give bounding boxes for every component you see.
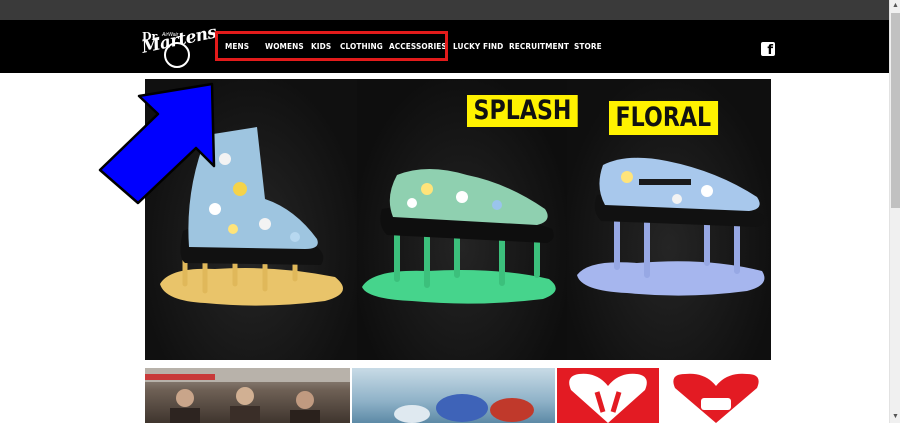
nav-item-store[interactable]: STORE (574, 42, 602, 51)
annotation-highlight-box (215, 31, 448, 61)
promo-tile-sky[interactable] (352, 368, 555, 423)
brand-logo[interactable]: Dr. AirWair Martens (140, 22, 218, 70)
nav-item-lucky-find[interactable]: LUCKY FIND (453, 42, 503, 51)
promo-tile-heart-white[interactable] (661, 368, 771, 423)
hero-banner[interactable]: SPLASH FLORAL (145, 79, 771, 360)
promo-tile-people[interactable] (145, 368, 350, 423)
heart-red-icon (673, 373, 759, 423)
scrollbar-thumb[interactable] (891, 13, 900, 208)
scroll-down-arrow-icon[interactable]: ▼ (890, 411, 900, 423)
facebook-glyph: f (767, 43, 773, 58)
promo-tiles (145, 368, 771, 423)
site-header: Dr. AirWair Martens MENS WOMENS KIDS CLO… (0, 20, 889, 73)
splash-tag: SPLASH (467, 95, 579, 127)
browser-top-strip (0, 0, 889, 20)
promo-tile-heart-red[interactable] (557, 368, 659, 423)
sky-photo (394, 394, 534, 423)
hero-panel-yellow-boot (145, 79, 357, 360)
nav-item-recruitment[interactable]: RECRUITMENT (509, 42, 569, 51)
yellow-boot-illustration (160, 127, 343, 306)
heart-icon (569, 373, 647, 423)
page: Dr. AirWair Martens MENS WOMENS KIDS CLO… (0, 0, 900, 423)
scroll-up-arrow-icon[interactable]: ▲ (890, 0, 900, 12)
vertical-scrollbar[interactable]: ▲ ▼ (889, 0, 900, 423)
facebook-icon[interactable]: f (761, 42, 775, 58)
floral-tag: FLORAL (609, 101, 718, 135)
people-photo (145, 368, 350, 423)
